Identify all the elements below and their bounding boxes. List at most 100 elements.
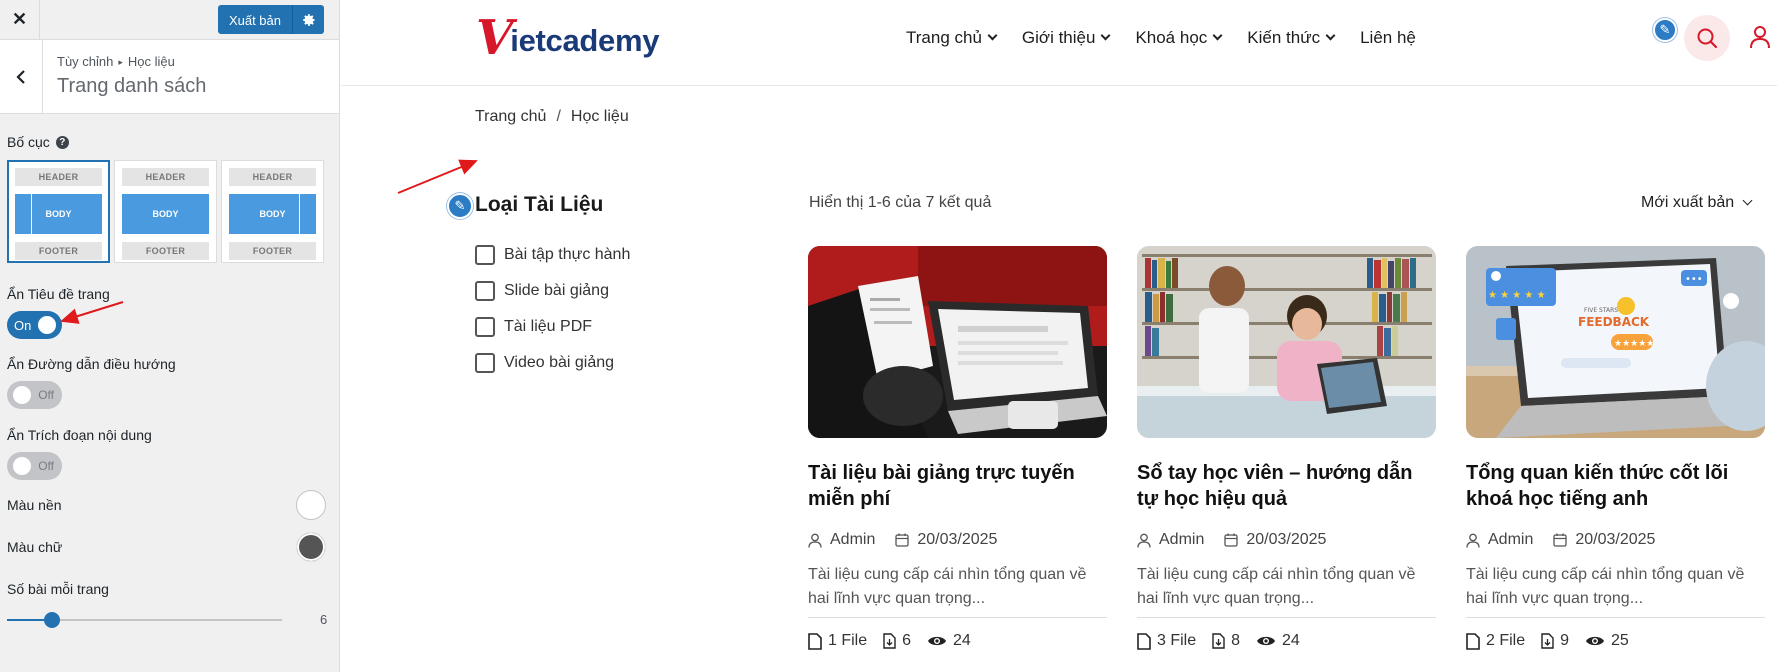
checkbox[interactable]: [475, 281, 495, 301]
posts-per-page-slider-thumb[interactable]: [44, 612, 60, 628]
filter-item-label: Video bài giảng: [504, 354, 615, 371]
calendar-icon: [1553, 533, 1568, 547]
breadcrumb-separator: /: [556, 108, 561, 125]
posts-per-page-value: 6: [320, 612, 328, 627]
filter-list: Bài tập thực hành Slide bài giảng Tài li…: [475, 237, 630, 381]
toggle-knob: [38, 316, 56, 334]
filter-item-slides[interactable]: Slide bài giảng: [475, 273, 630, 309]
hide-excerpt-label: Ẩn Trích đoạn nội dung: [7, 427, 152, 443]
filter-item-label: Bài tập thực hành: [504, 246, 631, 263]
layout-options: HEADER BODY FOOTER HEADER BODY FOOTER HE…: [7, 160, 324, 263]
filter-title: Loại Tài Liệu: [475, 193, 604, 216]
filter-item-label: Slide bài giảng: [504, 282, 609, 299]
publish-settings-gear-icon[interactable]: [292, 5, 324, 34]
hide-breadcrumb-toggle[interactable]: Off: [7, 381, 62, 409]
nav-label: Kiến thức: [1247, 28, 1321, 47]
hide-page-title-label: Ẩn Tiêu đề trang: [7, 286, 110, 302]
file-icon: [1466, 632, 1480, 650]
file-icon: [1137, 632, 1151, 650]
help-icon[interactable]: ?: [55, 135, 69, 149]
hide-page-title-toggle[interactable]: On: [7, 311, 62, 339]
card-excerpt: Tài liệu cung cấp cái nhìn tổng quan về …: [808, 566, 1087, 607]
eye-icon: [928, 636, 947, 646]
card-download-count: 6: [902, 632, 912, 649]
sort-dropdown[interactable]: Mới xuất bản: [1641, 194, 1753, 212]
toggle-state-text: Off: [38, 388, 54, 402]
card-stats: 3 File 8 24: [1137, 632, 1436, 650]
svg-text:★★★★★: ★★★★★: [1614, 339, 1654, 349]
card-thumbnail[interactable]: ★ ★ ★ ★ ★ ••• FIVE STARS FEEDBACK ★★★★★: [1466, 246, 1765, 438]
chevron-down-icon: [1212, 30, 1223, 40]
card-author: Admin: [830, 531, 876, 548]
edit-shortcut-pencil-icon[interactable]: ✎: [1653, 18, 1677, 42]
logo-v: V: [476, 10, 514, 66]
nav-item-contact[interactable]: Liên hệ: [1360, 28, 1416, 48]
nav-item-home[interactable]: Trang chủ: [906, 28, 998, 48]
card-meta: Admin 20/03/2025: [1137, 529, 1436, 551]
download-file-icon: [1212, 633, 1225, 649]
card-stats: 2 File 9 25: [1466, 632, 1765, 650]
hide-excerpt-toggle[interactable]: Off: [7, 452, 62, 480]
checkbox[interactable]: [475, 353, 495, 373]
site-header: Vietcademy Trang chủ Giới thiệu Khoá học…: [341, 0, 1777, 86]
card-thumbnail[interactable]: [1137, 246, 1436, 438]
nav-item-courses[interactable]: Khoá học: [1135, 28, 1223, 48]
nav-item-about[interactable]: Giới thiệu: [1022, 28, 1111, 48]
filter-item-pdf[interactable]: Tài liệu PDF: [475, 309, 630, 345]
layout-footer-block: FOOTER: [122, 242, 209, 260]
layout-body-block: BODY: [229, 194, 316, 234]
page-breadcrumb: Trang chủ / Học liệu: [475, 108, 629, 126]
card-excerpt: Tài liệu cung cấp cái nhìn tổng quan về …: [1466, 566, 1745, 607]
card-title[interactable]: Sổ tay học viên – hướng dẫn tự học hiệu …: [1137, 460, 1436, 512]
posts-per-page-label: Số bài mỗi trang: [7, 581, 109, 597]
eye-icon: [1257, 636, 1276, 646]
resource-card: Sổ tay học viên – hướng dẫn tự học hiệu …: [1137, 246, 1436, 650]
breadcrumb-home-link[interactable]: Trang chủ: [475, 108, 546, 126]
filter-item-exercises[interactable]: Bài tập thực hành: [475, 237, 630, 273]
site-logo[interactable]: Vietcademy: [476, 10, 660, 66]
feedback-laptop-image: ★ ★ ★ ★ ★ ••• FIVE STARS FEEDBACK ★★★★★: [1466, 246, 1765, 438]
resource-card: ★ ★ ★ ★ ★ ••• FIVE STARS FEEDBACK ★★★★★ …: [1466, 246, 1765, 650]
customizer-breadcrumb: Tùy chỉnh ▸ Học liệu: [57, 54, 206, 69]
layout-footer-block: FOOTER: [15, 242, 102, 260]
checkbox[interactable]: [475, 245, 495, 265]
account-button[interactable]: [1749, 25, 1771, 54]
card-divider: [808, 617, 1107, 618]
card-title[interactable]: Tài liệu bài giảng trực tuyến miễn phí: [808, 460, 1107, 512]
layout-option-left-sidebar[interactable]: HEADER BODY FOOTER: [7, 160, 110, 263]
logo-text: ietcademy: [510, 23, 660, 58]
main-nav: Trang chủ Giới thiệu Khoá học Kiến thức …: [906, 28, 1416, 48]
students-library-image: [1137, 246, 1436, 438]
chevron-down-icon: [987, 30, 998, 40]
svg-text:FEEDBACK: FEEDBACK: [1578, 315, 1650, 329]
layout-body-block: BODY: [122, 194, 209, 234]
filter-item-label: Tài liệu PDF: [504, 318, 593, 335]
section-title: Trang danh sách: [57, 75, 207, 97]
card-thumbnail[interactable]: [808, 246, 1107, 438]
edit-shortcut-pencil-icon[interactable]: ✎: [447, 193, 473, 219]
search-button[interactable]: [1684, 15, 1730, 61]
toggle-knob: [13, 386, 31, 404]
layout-option-full-width[interactable]: HEADER BODY FOOTER: [114, 160, 217, 263]
laptop-documents-image: [808, 246, 1107, 438]
close-customizer-button[interactable]: ✕: [0, 0, 40, 40]
nav-label: Khoá học: [1135, 28, 1208, 47]
card-title[interactable]: Tổng quan kiến thức cốt lõi khoá học tiế…: [1466, 460, 1765, 512]
bg-color-swatch[interactable]: [296, 490, 326, 520]
layout-option-right-sidebar[interactable]: HEADER BODY FOOTER: [221, 160, 324, 263]
file-icon: [808, 632, 822, 650]
chevron-left-icon: [16, 69, 25, 84]
section-header-text: Tùy chỉnh ▸ Học liệu Trang danh sách: [43, 40, 220, 113]
svg-text:•••: •••: [1685, 274, 1703, 285]
card-view-count: 25: [1611, 632, 1629, 649]
publish-button[interactable]: Xuất bản: [217, 5, 292, 34]
toggle-knob: [13, 457, 31, 475]
checkbox[interactable]: [475, 317, 495, 337]
back-button[interactable]: [0, 40, 43, 113]
text-color-swatch[interactable]: [296, 532, 326, 562]
nav-item-knowledge[interactable]: Kiến thức: [1247, 28, 1336, 48]
site-preview: Vietcademy Trang chủ Giới thiệu Khoá học…: [341, 0, 1777, 672]
filter-item-video[interactable]: Video bài giảng: [475, 345, 630, 381]
resource-card: Tài liệu bài giảng trực tuyến miễn phí A…: [808, 246, 1107, 650]
layout-label-text: Bố cục: [7, 134, 50, 150]
